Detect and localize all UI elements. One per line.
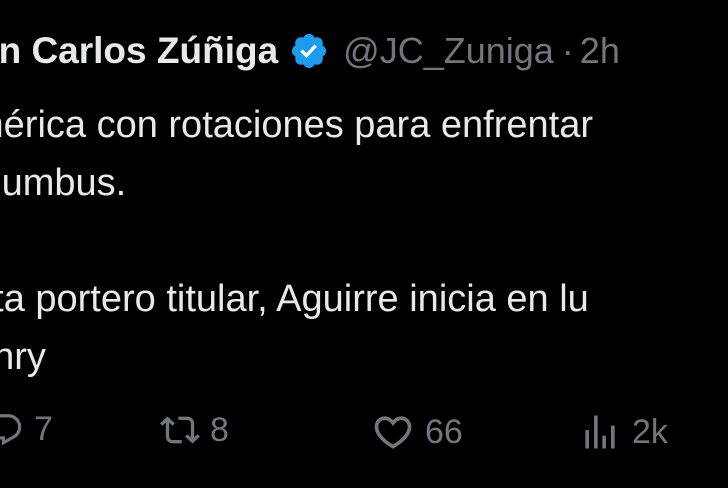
tweet-text-line: ota portero titular, Aguirre inicia en l… bbox=[0, 278, 589, 320]
verified-badge-icon bbox=[289, 31, 329, 71]
tweet-text-line: olumbus. bbox=[0, 162, 127, 204]
like-count: 66 bbox=[425, 412, 463, 451]
retweet-count: 8 bbox=[210, 410, 229, 449]
tweet-text-line: mérica con rotaciones para enfrentar bbox=[0, 104, 593, 146]
reply-icon bbox=[0, 411, 24, 449]
like-button[interactable]: 66 bbox=[371, 410, 463, 454]
reply-button[interactable]: 7 bbox=[0, 410, 53, 449]
tweet-text-line bbox=[0, 212, 593, 270]
retweet-button[interactable]: 8 bbox=[160, 410, 229, 450]
tweet-text: mérica con rotaciones para enfrentar olu… bbox=[0, 96, 593, 386]
analytics-icon bbox=[578, 410, 622, 454]
author-handle[interactable]: @JC_Zuniga bbox=[343, 30, 554, 72]
views-button[interactable]: 2k bbox=[578, 410, 668, 454]
author-name[interactable]: an Carlos Zúñiga bbox=[0, 30, 278, 72]
reply-count: 7 bbox=[34, 410, 53, 448]
tweet-action-bar: 7 8 66 2k bbox=[0, 410, 728, 458]
separator-dot: · bbox=[561, 30, 574, 71]
tweet-header: an Carlos Zúñiga @JC_Zuniga · 2h bbox=[0, 30, 620, 72]
tweet-text-line: enry bbox=[0, 336, 46, 378]
tweet-timestamp[interactable]: 2h bbox=[580, 30, 620, 72]
heart-icon bbox=[371, 410, 415, 454]
retweet-icon bbox=[160, 410, 200, 450]
views-count: 2k bbox=[632, 412, 668, 451]
